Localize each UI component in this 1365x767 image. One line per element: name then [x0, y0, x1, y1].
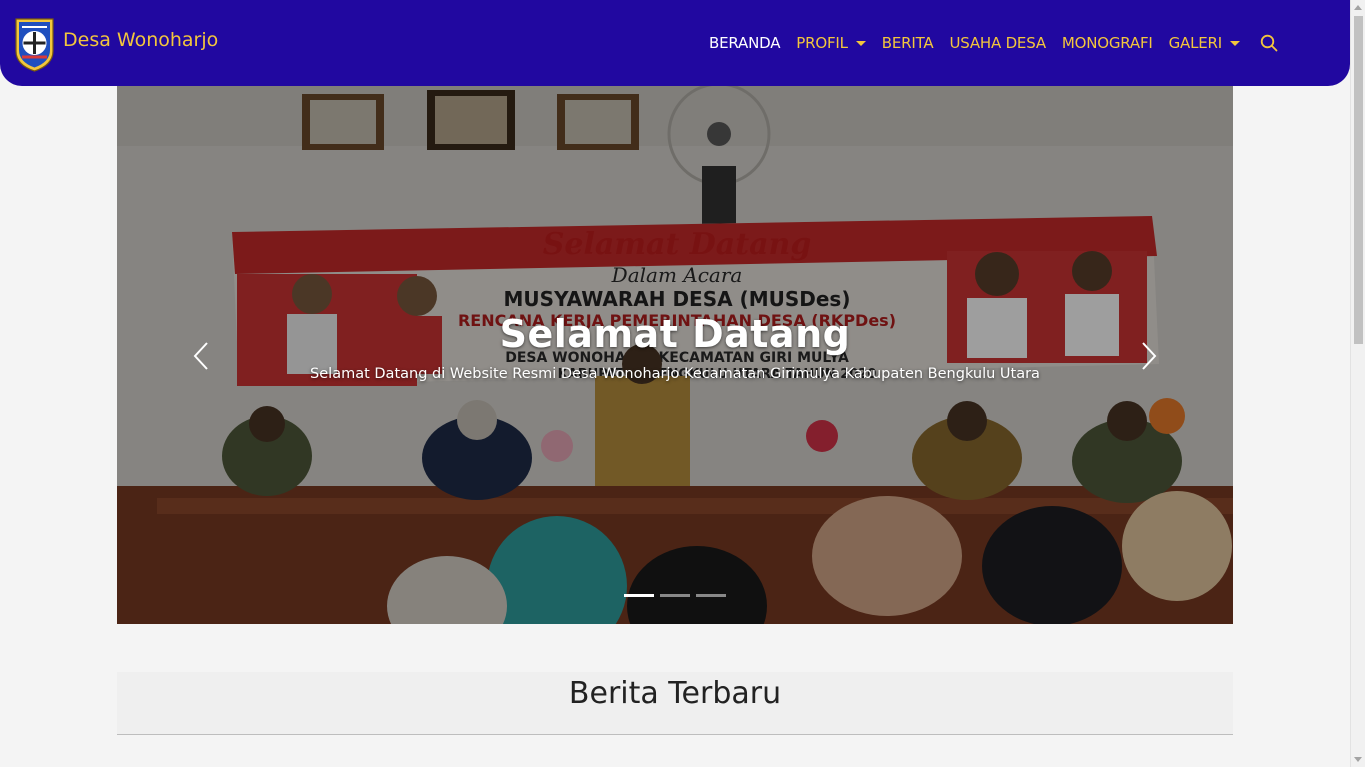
nav-monografi-label[interactable]: MONOGRAFI: [1062, 34, 1153, 52]
hero-carousel: Selamat Datang Dalam Acara MUSYAWARAH DE…: [117, 86, 1233, 624]
scroll-down-arrow-icon[interactable]: [1354, 757, 1362, 762]
carousel-next-button[interactable]: [1129, 338, 1169, 374]
nav-profil-label[interactable]: PROFIL: [796, 34, 848, 52]
village-emblem-icon: [15, 18, 54, 72]
slide-title: Selamat Datang: [499, 312, 851, 356]
scroll-thumb[interactable]: [1354, 16, 1363, 344]
news-section-header: Berita Terbaru: [117, 672, 1233, 735]
nav-usaha-desa-label[interactable]: USAHA DESA: [949, 34, 1046, 52]
caret-down-icon: [855, 41, 866, 46]
chevron-left-icon[interactable]: [193, 341, 209, 371]
nav-berita-label[interactable]: BERITA: [882, 34, 934, 52]
section-title: Berita Terbaru: [568, 676, 782, 711]
nav-galeri[interactable]: GALERI: [1169, 34, 1240, 52]
nav-monografi[interactable]: MONOGRAFI: [1062, 34, 1153, 52]
nav-beranda[interactable]: BERANDA: [709, 34, 780, 52]
search-button[interactable]: [1260, 34, 1278, 52]
nav-galeri-label[interactable]: GALERI: [1169, 34, 1223, 52]
carousel-indicator-1[interactable]: [624, 594, 654, 597]
slide-text: Selamat Datang di Website Resmi Desa Won…: [310, 366, 1040, 382]
nav-berita[interactable]: BERITA: [882, 34, 934, 52]
page-scrollbar[interactable]: [1350, 0, 1365, 767]
nav-profil[interactable]: PROFIL: [796, 34, 866, 52]
brand-link[interactable]: Desa Wonoharjo: [12, 13, 218, 73]
carousel-indicator-2[interactable]: [660, 594, 690, 597]
chevron-right-icon[interactable]: [1141, 341, 1157, 371]
navbar: Desa Wonoharjo BERANDA PROFIL BERITA USA…: [0, 0, 1350, 86]
search-icon[interactable]: [1260, 34, 1278, 52]
main-nav: BERANDA PROFIL BERITA USAHA DESA MONOGRA…: [693, 0, 1278, 86]
carousel-indicator-3[interactable]: [696, 594, 726, 597]
slide-caption: Selamat Datang Selamat Datang di Website…: [117, 312, 1233, 382]
carousel-prev-button[interactable]: [181, 338, 221, 374]
scroll-up-arrow-icon[interactable]: [1354, 5, 1362, 10]
nav-beranda-label[interactable]: BERANDA: [709, 34, 780, 52]
nav-usaha-desa[interactable]: USAHA DESA: [949, 34, 1046, 52]
brand-name[interactable]: Desa Wonoharjo: [63, 29, 218, 51]
carousel-indicators: [624, 594, 732, 597]
caret-down-icon: [1230, 41, 1240, 46]
